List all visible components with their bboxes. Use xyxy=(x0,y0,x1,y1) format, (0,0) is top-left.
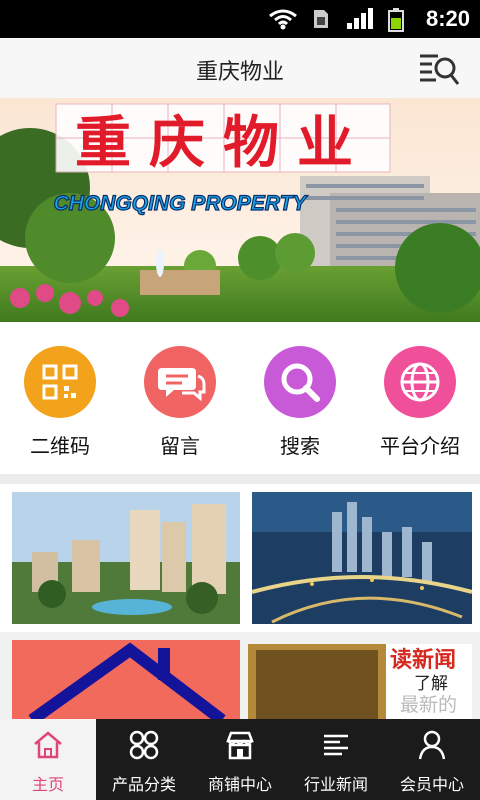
gallery-tile-resort[interactable] xyxy=(12,492,240,624)
qr-code-button[interactable]: 二维码 xyxy=(0,346,120,459)
tab-home-label: 主页 xyxy=(31,775,64,794)
gallery-row-2: 读新闻 了解 最新的 xyxy=(0,632,480,720)
sim-card-icon xyxy=(314,10,328,28)
status-bar: 8:20 xyxy=(0,0,480,38)
tab-home[interactable]: 主页 xyxy=(0,719,96,800)
app-header: 重庆物业 xyxy=(0,38,480,99)
resort-image xyxy=(12,492,240,624)
tab-category[interactable]: 产品分类 xyxy=(96,719,192,800)
news-ad-line1: 读新闻 xyxy=(390,648,457,673)
tab-member-label: 会员中心 xyxy=(399,775,464,794)
news-ad-text: 读新闻 了解 最新的 xyxy=(390,648,470,716)
page-title: 重庆物业 xyxy=(195,60,284,85)
globe-icon xyxy=(384,346,456,418)
news-ad-line2: 了解 xyxy=(414,674,448,694)
news-icon xyxy=(324,734,348,756)
signal-icon xyxy=(347,8,373,29)
tab-member[interactable]: 会员中心 xyxy=(384,719,480,800)
battery-icon xyxy=(388,8,404,32)
city-image xyxy=(252,492,472,624)
tab-shop[interactable]: 商铺中心 xyxy=(192,719,288,800)
platform-intro-button[interactable]: 平台介绍 xyxy=(360,346,480,459)
banner-title-en: CHONGQING PROPERTY xyxy=(54,192,309,215)
category-icon xyxy=(129,730,159,760)
search-button[interactable]: 搜索 xyxy=(240,346,360,459)
search-menu-button[interactable] xyxy=(418,50,460,88)
wifi-icon xyxy=(269,9,297,30)
tab-category-label: 产品分类 xyxy=(111,775,176,794)
search-label: 搜索 xyxy=(280,434,320,458)
banner[interactable]: 重庆物业 CHONGQING PROPERTY xyxy=(0,98,480,322)
message-button[interactable]: 留言 xyxy=(120,346,240,459)
gallery-row xyxy=(0,484,480,632)
gallery-tile-news[interactable]: 读新闻 了解 最新的 xyxy=(248,644,472,720)
message-label: 留言 xyxy=(160,434,200,458)
shop-icon xyxy=(226,731,254,760)
qr-code-label: 二维码 xyxy=(30,434,90,458)
gallery-tile-house[interactable] xyxy=(12,640,240,720)
home-icon xyxy=(34,731,62,759)
qr-code-icon xyxy=(24,346,96,418)
banner-title-cn: 重庆物业 xyxy=(75,110,371,176)
news-ad-image xyxy=(248,644,386,720)
gallery-tile-city[interactable] xyxy=(252,492,472,624)
search-icon xyxy=(264,346,336,418)
quick-actions: 二维码 留言 搜索 平台介绍 xyxy=(0,322,480,474)
tab-news[interactable]: 行业新闻 xyxy=(288,719,384,800)
platform-intro-label: 平台介绍 xyxy=(380,434,460,458)
tab-shop-label: 商铺中心 xyxy=(207,775,272,794)
list-search-icon xyxy=(420,54,460,85)
message-icon xyxy=(144,346,216,418)
house-image xyxy=(12,640,240,720)
tab-news-label: 行业新闻 xyxy=(303,775,368,794)
status-time: 8:20 xyxy=(425,6,470,31)
bottom-tab-bar: 主页 产品分类 商铺中心 行业新闻 会员中心 xyxy=(0,719,480,800)
news-ad-line3: 最新的 xyxy=(400,694,458,716)
user-icon xyxy=(418,730,446,760)
banner-image: 重庆物业 CHONGQING PROPERTY xyxy=(0,98,480,322)
